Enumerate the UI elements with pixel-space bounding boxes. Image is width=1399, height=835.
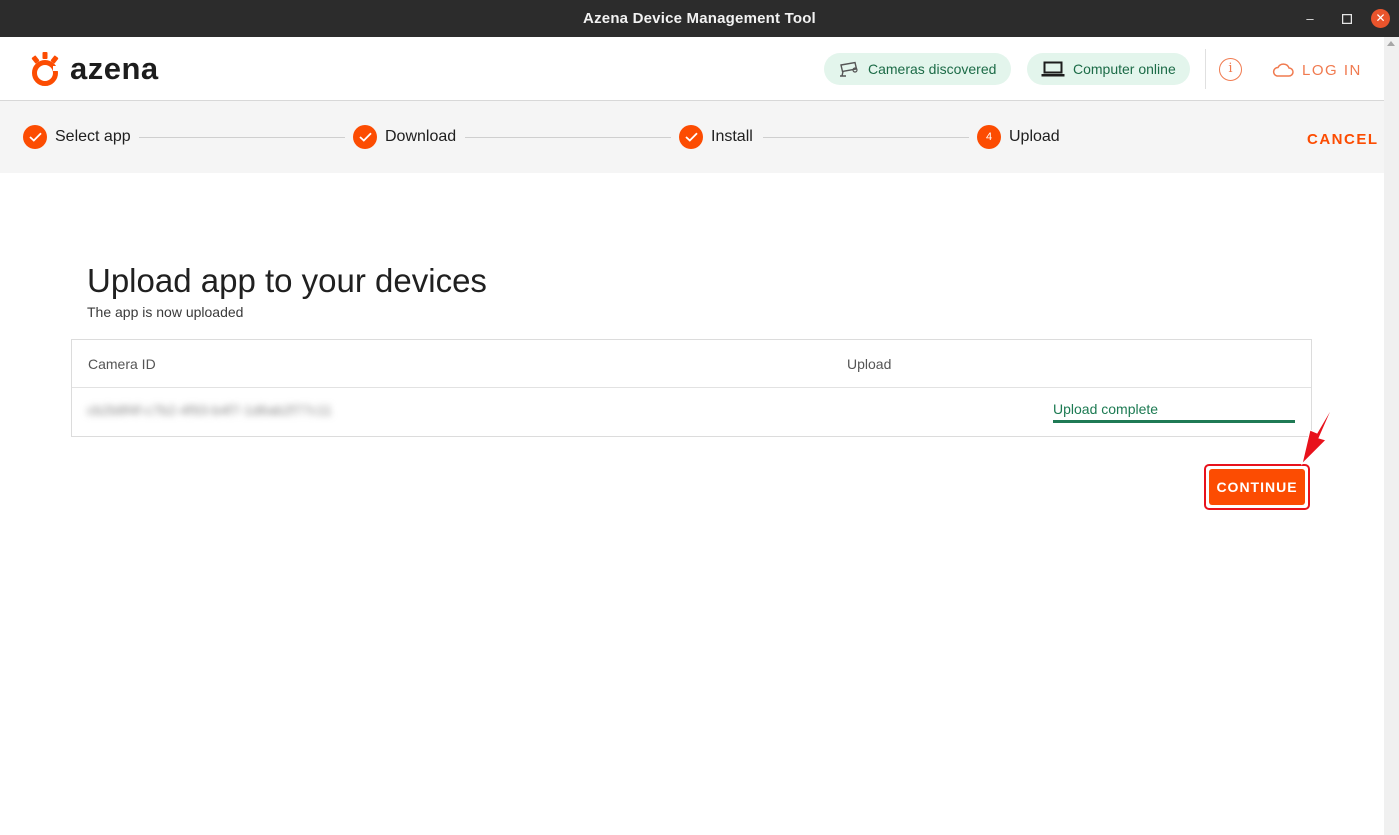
step-download: Download bbox=[353, 125, 456, 149]
laptop-icon bbox=[1041, 61, 1065, 77]
logo: azena bbox=[30, 51, 159, 87]
chip-label: Computer online bbox=[1073, 61, 1176, 77]
pointer-arrow-icon bbox=[1301, 403, 1335, 466]
step-label: Download bbox=[385, 128, 457, 145]
page-title: Upload app to your devices bbox=[87, 262, 487, 299]
window-titlebar: Azena Device Management Tool – ✕ bbox=[0, 0, 1399, 37]
step-select-app: Select app bbox=[23, 125, 131, 149]
maximize-icon[interactable] bbox=[1338, 10, 1356, 28]
minimize-icon[interactable]: – bbox=[1301, 10, 1319, 28]
chip-label: Cameras discovered bbox=[868, 61, 997, 77]
header-divider bbox=[1205, 49, 1206, 89]
check-icon bbox=[679, 125, 703, 149]
upload-progress-fill bbox=[1053, 420, 1295, 423]
devices-table: Camera ID Upload cb2b8f4f-c7b2-4f93-b4f7… bbox=[71, 339, 1312, 437]
step-number: 4 bbox=[977, 125, 1001, 149]
step-label: Select app bbox=[55, 128, 131, 145]
login-button[interactable]: LOG IN bbox=[1272, 59, 1362, 81]
cancel-button[interactable]: CANCEL bbox=[1307, 131, 1379, 148]
scroll-up-icon[interactable] bbox=[1387, 41, 1395, 46]
check-icon bbox=[353, 125, 377, 149]
cloud-icon bbox=[1272, 63, 1294, 77]
camera-icon bbox=[840, 61, 858, 77]
upload-status: Upload complete bbox=[1053, 401, 1159, 417]
step-connector bbox=[139, 137, 345, 138]
column-header-camera-id: Camera ID bbox=[88, 356, 156, 372]
page-subtitle: The app is now uploaded bbox=[87, 304, 244, 320]
scrollbar[interactable] bbox=[1384, 37, 1399, 835]
azena-logo-icon bbox=[31, 52, 62, 86]
step-label: Install bbox=[711, 128, 753, 145]
step-connector bbox=[465, 137, 671, 138]
logo-text: azena bbox=[70, 51, 159, 86]
upload-progress-bar bbox=[1053, 420, 1295, 423]
column-header-upload: Upload bbox=[847, 356, 892, 372]
step-install: Install bbox=[679, 125, 753, 149]
camera-id-cell: cb2b8f4f-c7b2-4f93-b4f7-1d6ab2f77c11 bbox=[87, 402, 332, 418]
step-upload: 4 Upload bbox=[977, 125, 1060, 149]
stepper: Select app Download Install 4 Upload CAN… bbox=[0, 101, 1384, 173]
cameras-discovered-chip: Cameras discovered bbox=[824, 53, 1011, 85]
computer-online-chip: Computer online bbox=[1027, 53, 1190, 85]
info-icon[interactable]: i bbox=[1219, 58, 1242, 81]
table-divider bbox=[72, 387, 1311, 388]
continue-highlight: CONTINUE bbox=[1204, 464, 1310, 510]
step-connector bbox=[763, 137, 969, 138]
login-label: LOG IN bbox=[1302, 61, 1362, 79]
check-icon bbox=[23, 125, 47, 149]
continue-button[interactable]: CONTINUE bbox=[1209, 469, 1305, 505]
app-header: azena Cameras discovered Computer online… bbox=[0, 37, 1384, 101]
close-icon[interactable]: ✕ bbox=[1371, 9, 1390, 28]
window-title: Azena Device Management Tool bbox=[583, 10, 816, 27]
step-label: Upload bbox=[1009, 128, 1060, 145]
